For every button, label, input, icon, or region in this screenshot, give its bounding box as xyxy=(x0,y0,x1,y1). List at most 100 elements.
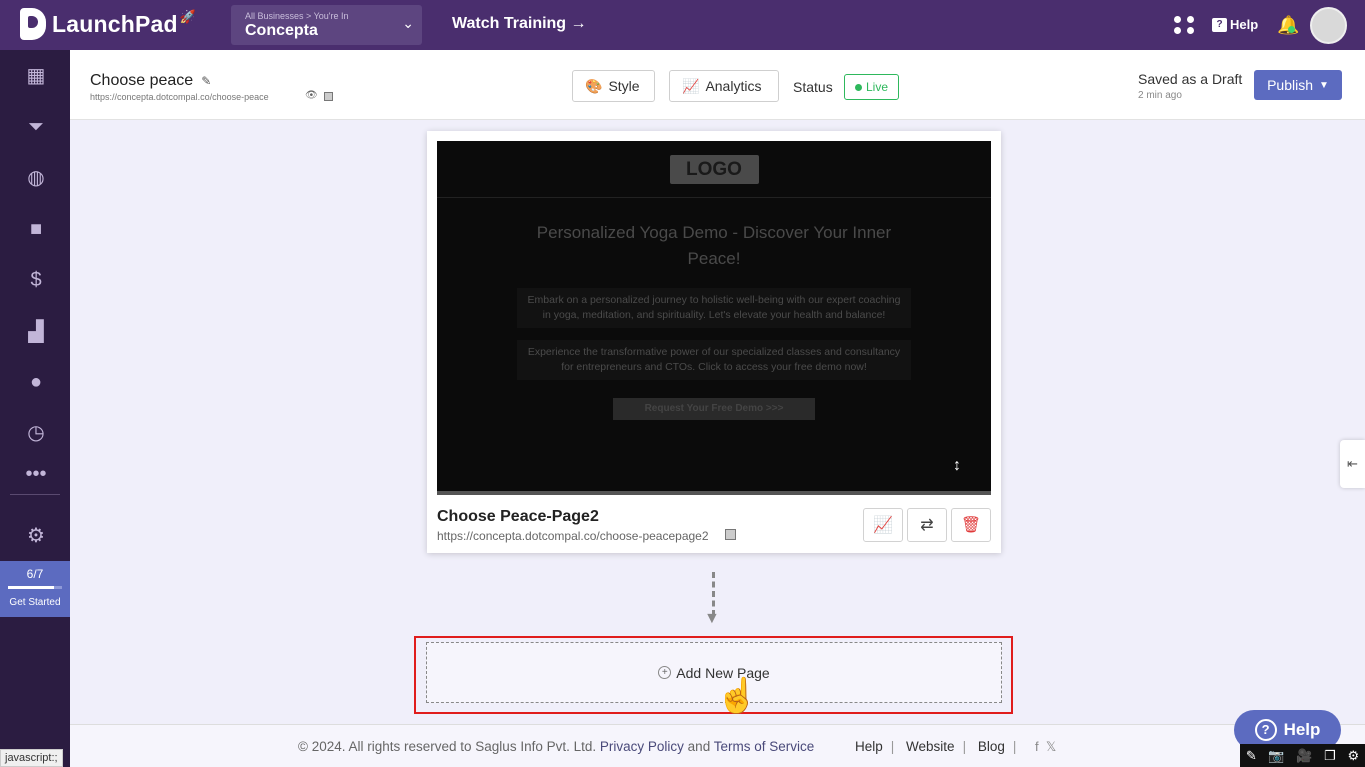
style-label: Style xyxy=(608,78,640,94)
preview-title: Personalized Yoga Demo - Discover Your I… xyxy=(536,223,892,268)
status-badge[interactable]: Live xyxy=(844,74,899,100)
progress-fill xyxy=(8,586,55,589)
publish-label: Publish xyxy=(1267,77,1313,93)
brush-icon[interactable]: ✎ xyxy=(1246,748,1257,764)
more-icon[interactable]: ••• xyxy=(22,460,50,488)
floating-help-label: Help xyxy=(1283,720,1321,739)
facebook-icon[interactable]: f xyxy=(1035,739,1039,754)
preview-logo: LOGO xyxy=(669,154,759,184)
video-icon[interactable]: 🎥 xyxy=(1296,748,1312,764)
side-panel-toggle[interactable]: ⇤ xyxy=(1340,440,1365,488)
page-title-text: Choose peace xyxy=(90,72,194,89)
help-button[interactable]: ? Help xyxy=(1212,17,1258,32)
funnel-icon[interactable]: ⏷ xyxy=(22,113,50,141)
copyright-text: © 2024. All rights reserved to Saglus In… xyxy=(298,739,597,754)
rocket-icon: 🚀 xyxy=(179,9,196,24)
business-name: Concepta xyxy=(245,22,318,39)
page-url[interactable]: https://concepta.dotcompal.co/choose-pea… xyxy=(90,92,269,102)
get-started-progress[interactable]: 6/7 Get Started xyxy=(0,561,70,617)
preview-paragraph-1: Embark on a personalized journey to holi… xyxy=(517,288,911,328)
apps-grid-icon[interactable] xyxy=(1174,16,1194,34)
collapse-icon: ⇤ xyxy=(1347,456,1358,471)
gauge-icon[interactable]: ◷ xyxy=(22,419,50,447)
card-page-title: Choose Peace-Page2 xyxy=(437,508,599,525)
top-navigation-bar: LaunchPad 🚀 All Businesses > You're In C… xyxy=(0,0,1365,50)
progress-track xyxy=(8,586,62,589)
publish-button[interactable]: Publish ▼ xyxy=(1254,70,1342,100)
replace-page-button[interactable]: ⇄ xyxy=(907,508,947,542)
dollar-icon[interactable]: $ xyxy=(22,266,50,294)
sidebar-divider xyxy=(10,494,60,495)
preview-paragraph-2: Experience the transformative power of o… xyxy=(517,340,911,380)
analytics-icon[interactable]: ▟ xyxy=(22,318,50,346)
add-new-page-button[interactable]: + Add New Page xyxy=(426,642,1002,703)
notification-bell-icon[interactable]: 🔔 xyxy=(1277,15,1299,36)
recording-toolbar: ✎ 📷 🎥 ❐ ⚙ xyxy=(1240,744,1365,767)
footer-blog-link[interactable]: Blog xyxy=(978,739,1005,754)
terms-link[interactable]: Terms of Service xyxy=(714,739,815,754)
dashboard-icon[interactable]: ▦ xyxy=(22,62,50,90)
copy-url-icon[interactable] xyxy=(324,92,333,101)
palette-icon: 🎨 xyxy=(585,77,603,94)
arrow-down-icon: ▼ xyxy=(704,610,720,627)
browser-status-bar: javascript:; xyxy=(0,749,63,767)
user-avatar[interactable] xyxy=(1310,7,1347,44)
preview-cta-button: Request Your Free Demo >>> xyxy=(613,398,815,420)
card-page-url[interactable]: https://concepta.dotcompal.co/choose-pea… xyxy=(437,529,709,543)
business-breadcrumb: All Businesses > You're In xyxy=(245,11,349,21)
social-links: f 𝕏 xyxy=(1035,739,1056,755)
users-icon[interactable]: ● xyxy=(22,368,50,396)
preview-header: LOGO xyxy=(437,141,991,198)
preview-eye-icon[interactable]: 👁 xyxy=(305,90,318,101)
footer-copyright: © 2024. All rights reserved to Saglus In… xyxy=(298,739,814,754)
get-started-label: Get Started xyxy=(9,597,61,608)
business-selector[interactable]: All Businesses > You're In Concepta ⌄ xyxy=(231,5,422,45)
sidebar: ▦ ⏷ ◍ ■ $ ▟ ● ◷ ••• ⚙ 6/7 Get Started xyxy=(0,50,70,767)
footer-links: Help | Website | Blog | xyxy=(855,739,1017,754)
preview-scrollbar[interactable] xyxy=(437,491,991,495)
launchpad-logo-icon xyxy=(20,8,46,40)
live-dot xyxy=(854,83,862,91)
globe-icon[interactable]: ◍ xyxy=(22,164,50,192)
status-label: Status xyxy=(793,79,833,95)
window-icon[interactable]: ❐ xyxy=(1324,748,1336,764)
copy-url-icon[interactable] xyxy=(725,529,736,540)
and-text: and xyxy=(687,739,711,754)
chevron-down-icon: ▼ xyxy=(1319,79,1329,91)
camera-icon[interactable]: 📷 xyxy=(1268,748,1284,764)
saved-time: 2 min ago xyxy=(1138,90,1182,101)
notification-indicator xyxy=(1288,26,1295,33)
analytics-label: Analytics xyxy=(705,78,762,94)
x-icon[interactable]: 𝕏 xyxy=(1046,739,1056,754)
page-card: LOGO Personalized Yoga Demo - Discover Y… xyxy=(427,131,1001,553)
resize-vertical-icon[interactable]: ↕ xyxy=(953,457,961,475)
saved-status: Saved as a Draft xyxy=(1138,71,1243,87)
style-button[interactable]: 🎨 Style xyxy=(572,70,655,102)
privacy-policy-link[interactable]: Privacy Policy xyxy=(600,739,684,754)
delete-page-button[interactable]: 🗑 xyxy=(951,508,991,542)
status-value: Live xyxy=(865,80,888,94)
question-icon: ? xyxy=(1254,719,1277,741)
page-title: Choose peace ✎ xyxy=(90,72,211,90)
watch-training-link[interactable]: Watch Training → xyxy=(452,15,587,33)
page-analytics-button[interactable]: 📈 xyxy=(863,508,903,542)
app-logo[interactable]: LaunchPad 🚀 xyxy=(20,8,196,40)
chart-icon: 📈 xyxy=(873,517,893,534)
help-icon: ? xyxy=(1212,17,1227,32)
footer-help-link[interactable]: Help xyxy=(855,739,883,754)
analytics-button[interactable]: 📈 Analytics xyxy=(669,70,779,102)
help-label: Help xyxy=(1230,17,1259,32)
page-header: Choose peace ✎ https://concepta.dotcompa… xyxy=(70,50,1365,120)
chevron-down-icon: ⌄ xyxy=(402,15,414,31)
page-preview[interactable]: LOGO Personalized Yoga Demo - Discover Y… xyxy=(437,141,991,495)
chart-icon: 📈 xyxy=(682,77,700,94)
swap-icon: ⇄ xyxy=(920,517,934,534)
settings-icon[interactable]: ⚙ xyxy=(1347,748,1359,764)
plus-icon: + xyxy=(658,666,672,679)
settings-icon[interactable]: ⚙ xyxy=(22,522,50,550)
video-icon[interactable]: ■ xyxy=(22,215,50,243)
trash-icon: 🗑 xyxy=(960,517,982,534)
hand-cursor-icon: ☝ xyxy=(716,677,759,715)
edit-icon[interactable]: ✎ xyxy=(201,74,211,88)
footer-website-link[interactable]: Website xyxy=(906,739,955,754)
